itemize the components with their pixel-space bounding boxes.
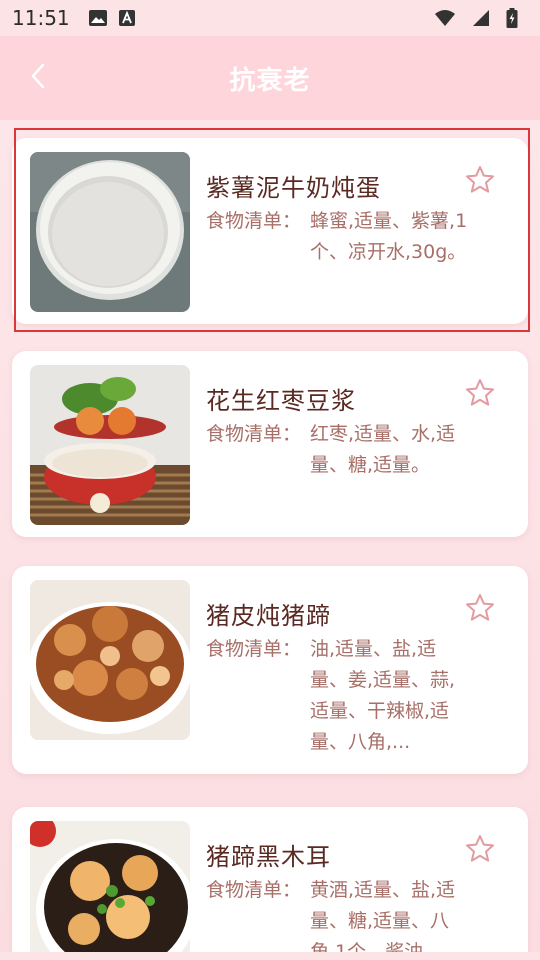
signal-icon (472, 9, 490, 27)
ingredients-text: 红枣,适量、水,适量、糖,适量。 (310, 423, 456, 476)
ingredients-label: 食物清单： (206, 210, 302, 232)
recipe-image (30, 580, 190, 740)
favorite-button[interactable] (464, 164, 496, 196)
status-bar: 11:51 (0, 0, 540, 36)
ingredients-text: 黄酒,适量、盐,适量、糖,适量、八角,1个、酱油, (310, 879, 456, 952)
star-outline-icon (464, 594, 496, 628)
recipe-card[interactable]: 花生红枣豆浆 食物清单： 红枣,适量、水,适量、糖,适量。 (12, 351, 528, 537)
recipe-list[interactable]: 紫薯泥牛奶炖蛋 食物清单： 蜂蜜,适量、紫薯,1个、凉开水,30g。 花生红枣豆… (0, 120, 540, 952)
app-bar: 抗衰老 (0, 36, 540, 120)
favorite-button[interactable] (464, 377, 496, 409)
recipe-name: 猪蹄黑木耳 (206, 843, 331, 871)
image-icon (88, 9, 108, 27)
ingredients-text: 油,适量、盐,适量、姜,适量、蒜,适量、干辣椒,适量、八角,... (310, 638, 456, 753)
recipe-image (30, 152, 190, 312)
text-a-icon (118, 9, 136, 27)
star-outline-icon (464, 835, 496, 869)
page-title: 抗衰老 (229, 66, 311, 96)
ingredients-label: 食物清单： (206, 879, 302, 901)
recipe-name: 猪皮炖猪蹄 (206, 602, 331, 630)
recipe-card[interactable]: 猪蹄黑木耳 食物清单： 黄酒,适量、盐,适量、糖,适量、八角,1个、酱油, (12, 807, 528, 952)
battery-charging-icon (506, 8, 518, 28)
recipe-image (30, 821, 190, 952)
status-time: 11:51 (12, 6, 70, 30)
recipe-card[interactable]: 紫薯泥牛奶炖蛋 食物清单： 蜂蜜,适量、紫薯,1个、凉开水,30g。 (12, 138, 528, 324)
recipe-name: 紫薯泥牛奶炖蛋 (206, 174, 381, 202)
favorite-button[interactable] (464, 592, 496, 624)
ingredients-label: 食物清单： (206, 638, 302, 660)
recipe-name: 花生红枣豆浆 (206, 387, 356, 415)
wifi-icon (434, 9, 456, 27)
ingredients-label: 食物清单： (206, 423, 302, 445)
favorite-button[interactable] (464, 833, 496, 865)
star-outline-icon (464, 166, 496, 200)
star-outline-icon (464, 379, 496, 413)
recipe-card[interactable]: 猪皮炖猪蹄 食物清单： 油,适量、盐,适量、姜,适量、蒜,适量、干辣椒,适量、八… (12, 566, 528, 774)
ingredients-text: 蜂蜜,适量、紫薯,1个、凉开水,30g。 (310, 210, 468, 263)
recipe-image (30, 365, 190, 525)
